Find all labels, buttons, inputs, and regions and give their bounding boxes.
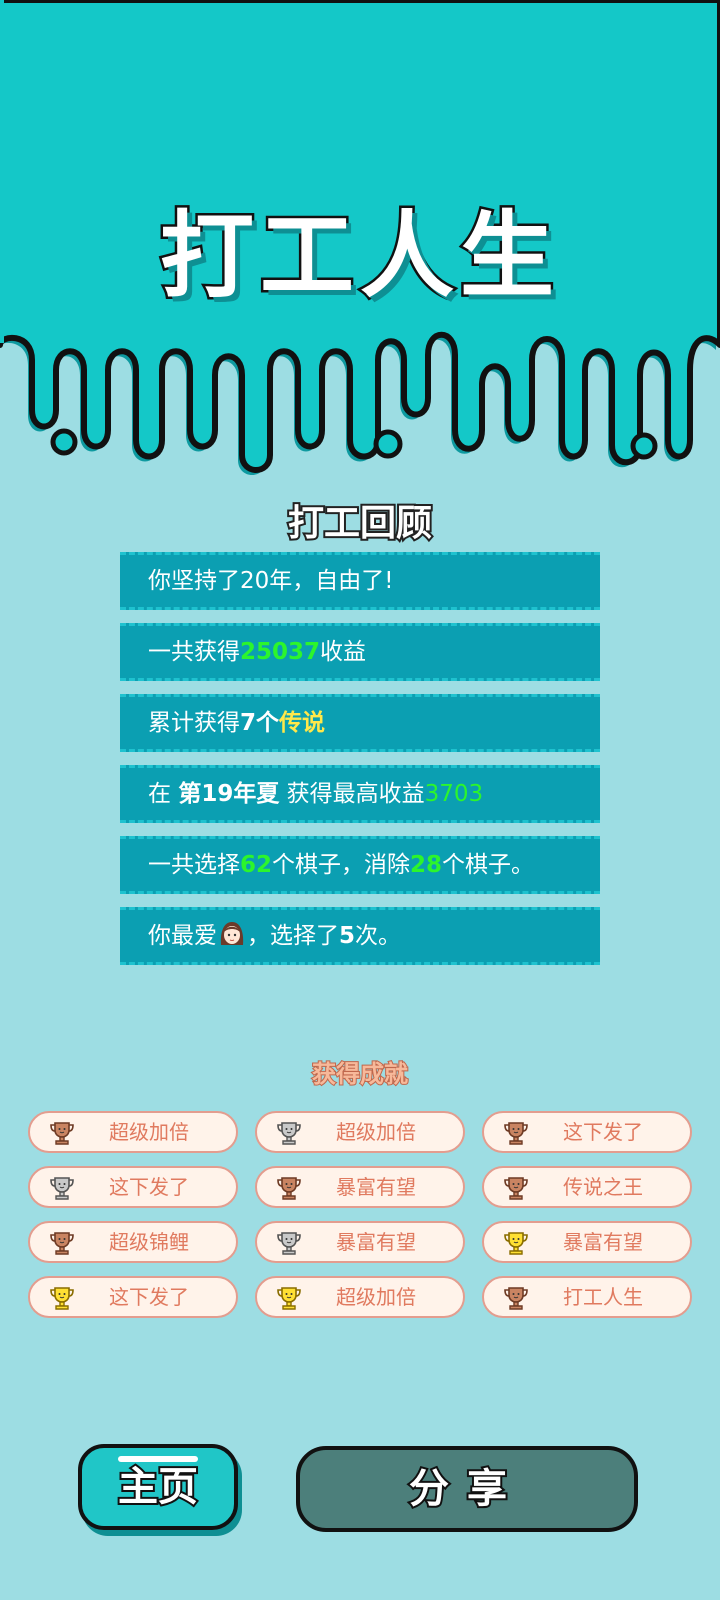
home-button-label: 主页 bbox=[116, 1462, 200, 1512]
review-pieces-suffix: 个棋子。 bbox=[442, 852, 535, 878]
best-season-value: 第19年夏 bbox=[178, 781, 280, 807]
achievement-badge[interactable]: 暴富有望 bbox=[482, 1221, 692, 1263]
review-row-legends: 累计获得7个传说 bbox=[120, 694, 600, 752]
achievement-label: 暴富有望 bbox=[336, 1230, 416, 1254]
achievement-badge[interactable]: 暴富有望 bbox=[255, 1166, 465, 1208]
review-pieces-prefix: 一共选择 bbox=[148, 852, 240, 878]
trophy-gold-icon bbox=[504, 1232, 528, 1255]
review-legends-prefix: 累计获得 bbox=[148, 710, 240, 736]
best-earnings-value: 3703 bbox=[424, 781, 484, 807]
achievement-label: 超级锦鲤 bbox=[109, 1230, 189, 1254]
legend-count-value: 7个 bbox=[240, 710, 280, 736]
app-title: 打工人生 bbox=[157, 200, 560, 314]
trophy-gold-icon bbox=[50, 1287, 74, 1310]
trophy-silver-icon bbox=[277, 1232, 301, 1255]
header: 打工人生 bbox=[0, 0, 720, 480]
achievement-badge[interactable]: 打工人生 bbox=[482, 1276, 692, 1318]
trophy-silver-icon bbox=[50, 1177, 74, 1200]
achievement-label: 这下发了 bbox=[109, 1285, 189, 1309]
review-row-earnings: 一共获得25037收益 bbox=[120, 623, 600, 681]
achievement-label: 超级加倍 bbox=[109, 1120, 189, 1144]
share-button[interactable]: 分享 bbox=[296, 1446, 638, 1532]
review-title: 打工回顾 bbox=[286, 501, 434, 546]
trophy-bronze-icon bbox=[504, 1122, 528, 1145]
achievement-label: 暴富有望 bbox=[336, 1175, 416, 1199]
achievement-label: 这下发了 bbox=[109, 1175, 189, 1199]
home-button[interactable]: 主页 bbox=[78, 1444, 238, 1530]
trophy-bronze-icon bbox=[50, 1122, 74, 1145]
achievement-badge[interactable]: 超级加倍 bbox=[255, 1276, 465, 1318]
review-years-text: 你坚持了20年，自由了! bbox=[148, 568, 394, 594]
achievement-badge[interactable]: 这下发了 bbox=[28, 1276, 238, 1318]
review-row-years: 你坚持了20年，自由了! bbox=[120, 552, 600, 610]
review-row-favorite: 你最爱 ，选择了5次。 bbox=[120, 907, 600, 965]
review-pieces-mid: 个棋子，消除 bbox=[272, 852, 411, 878]
review-season-mid: 获得最高收益 bbox=[279, 781, 425, 807]
achievement-label: 暴富有望 bbox=[563, 1230, 643, 1254]
achievement-badge[interactable]: 这下发了 bbox=[482, 1111, 692, 1153]
removed-pieces-value: 28 bbox=[410, 852, 443, 878]
review-earnings-prefix: 一共获得 bbox=[148, 639, 240, 665]
achievement-badge[interactable]: 暴富有望 bbox=[255, 1221, 465, 1263]
favorite-character-icon bbox=[220, 922, 244, 945]
achievement-label: 超级加倍 bbox=[336, 1120, 416, 1144]
review-favorite-suffix: 次。 bbox=[355, 923, 402, 949]
review-season-prefix: 在 bbox=[148, 781, 179, 807]
favorite-times-value: 5 bbox=[339, 923, 356, 949]
total-earnings-value: 25037 bbox=[240, 639, 321, 665]
trophy-gold-icon bbox=[277, 1287, 301, 1310]
achievement-badge[interactable]: 超级加倍 bbox=[28, 1111, 238, 1153]
achievement-label: 这下发了 bbox=[563, 1120, 643, 1144]
trophy-silver-icon bbox=[277, 1122, 301, 1145]
review-earnings-suffix: 收益 bbox=[320, 639, 367, 665]
review-favorite-mid: ，选择了 bbox=[247, 923, 339, 949]
achievements-title: 获得成就 bbox=[311, 1059, 409, 1089]
trophy-bronze-icon bbox=[50, 1232, 74, 1255]
achievement-badge[interactable]: 这下发了 bbox=[28, 1166, 238, 1208]
review-row-best-season: 在 第19年夏 获得最高收益3703 bbox=[120, 765, 600, 823]
achievement-badge[interactable]: 超级锦鲤 bbox=[28, 1221, 238, 1263]
achievement-label: 传说之王 bbox=[563, 1175, 643, 1199]
share-button-label: 分享 bbox=[407, 1464, 525, 1514]
review-row-pieces: 一共选择62个棋子，消除28个棋子。 bbox=[120, 836, 600, 894]
achievement-badge[interactable]: 传说之王 bbox=[482, 1166, 692, 1208]
trophy-bronze-icon bbox=[504, 1287, 528, 1310]
achievement-label: 超级加倍 bbox=[336, 1285, 416, 1309]
trophy-bronze-icon bbox=[504, 1177, 528, 1200]
achievement-label: 打工人生 bbox=[563, 1285, 643, 1309]
chosen-pieces-value: 62 bbox=[240, 852, 273, 878]
review-favorite-prefix: 你最爱 bbox=[148, 923, 217, 949]
trophy-bronze-icon bbox=[277, 1177, 301, 1200]
achievement-badge[interactable]: 超级加倍 bbox=[255, 1111, 465, 1153]
legend-label: 传说 bbox=[279, 710, 326, 736]
